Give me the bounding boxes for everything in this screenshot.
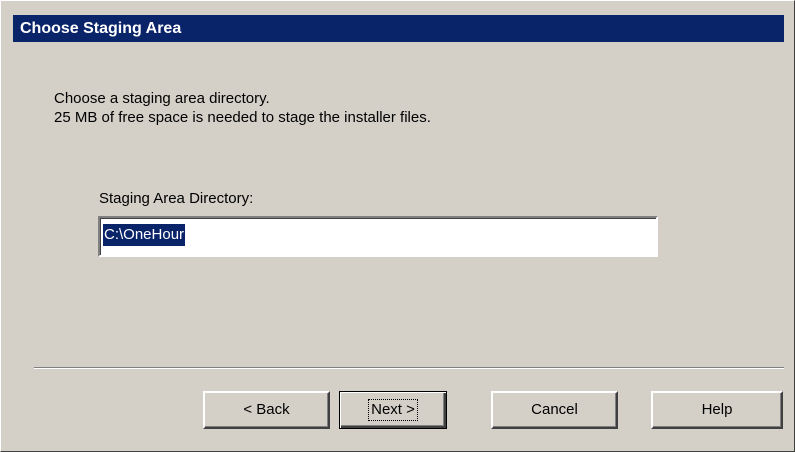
next-button-label: Next > — [368, 399, 418, 421]
help-button-label: Help — [701, 401, 733, 418]
back-button-label: < Back — [243, 401, 290, 418]
cancel-button[interactable]: Cancel — [491, 391, 618, 429]
space-requirement-text: 25 MB of free space is needed to stage t… — [54, 109, 431, 126]
help-button[interactable]: Help — [651, 391, 783, 429]
directory-label: Staging Area Directory: — [99, 190, 254, 207]
next-button[interactable]: Next > — [339, 391, 447, 429]
separator — [34, 367, 784, 369]
dialog-title: Choose Staging Area — [13, 15, 784, 42]
directory-input-value: C:\OneHour — [103, 224, 186, 246]
back-button[interactable]: < Back — [203, 391, 330, 429]
instruction-text: Choose a staging area directory. — [54, 90, 270, 107]
cancel-button-label: Cancel — [531, 401, 578, 418]
directory-input[interactable]: C:\OneHour — [98, 216, 658, 257]
staging-area-dialog: Choose Staging Area Choose a staging are… — [0, 0, 795, 452]
